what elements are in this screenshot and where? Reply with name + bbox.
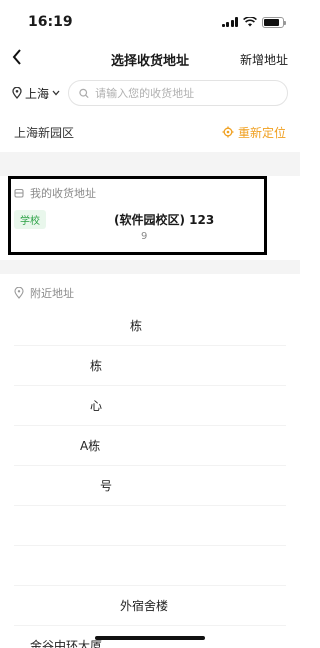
location-pin-icon xyxy=(12,87,22,99)
nearby-section: 附近地址 栋栋心 A栋号外宿舍楼 金谷中环大厦 xyxy=(0,274,300,648)
nearby-address-name: 栋 xyxy=(130,319,143,333)
locate-icon xyxy=(222,126,234,138)
nearby-address-item[interactable]: 栋 xyxy=(14,306,286,346)
my-addresses-section: 我的收货地址 学校 (软件园校区) 123 9 xyxy=(0,176,300,260)
nearby-title: 附近地址 xyxy=(30,287,74,300)
saved-address-row: 学校 (软件园校区) 123 xyxy=(14,210,286,229)
nearby-header: 附近地址 xyxy=(14,274,286,306)
search-input[interactable] xyxy=(95,86,277,100)
wifi-icon xyxy=(243,17,257,27)
status-icons xyxy=(221,16,286,28)
nearby-address-item[interactable]: A栋 xyxy=(14,426,286,466)
city-label: 上海 xyxy=(25,86,50,101)
address-book-icon xyxy=(14,188,24,198)
location-pin-icon xyxy=(14,287,24,299)
nearby-address-item[interactable] xyxy=(14,506,286,546)
saved-address-text: (软件园校区) 123 xyxy=(114,213,215,227)
my-addresses-header: 我的收货地址 xyxy=(14,182,286,204)
search-icon xyxy=(79,88,89,98)
search-row: 上海 xyxy=(0,74,300,112)
address-tag: 学校 xyxy=(14,210,46,229)
nearby-address-item[interactable] xyxy=(14,546,286,586)
battery-icon xyxy=(262,16,286,28)
nearby-address-name: 心 xyxy=(90,399,103,413)
relocate-label: 重新定位 xyxy=(237,125,286,140)
nearby-address-name: 栋 xyxy=(90,359,103,373)
nearby-address-name: A栋 xyxy=(80,439,101,453)
battery-fill xyxy=(264,18,280,26)
relocate-button[interactable]: 重新定位 xyxy=(222,124,286,141)
signal-icon xyxy=(221,17,238,27)
nearby-address-item[interactable]: 外宿舍楼 xyxy=(14,586,286,626)
section-divider xyxy=(0,260,300,274)
back-button[interactable] xyxy=(12,48,36,70)
nearby-address-item[interactable]: 心 xyxy=(14,386,286,426)
home-indicator[interactable] xyxy=(95,636,205,640)
add-address-button[interactable]: 新增地址 xyxy=(240,51,288,68)
section-divider xyxy=(0,152,300,176)
saved-address-item[interactable]: 学校 (软件园校区) 123 9 xyxy=(14,210,286,242)
nearby-address-name: 号 xyxy=(100,479,113,493)
nearby-address-item[interactable]: 号 xyxy=(14,466,286,506)
nav-bar: 选择收货地址 新增地址 xyxy=(0,44,300,74)
saved-address-sub: 9 xyxy=(141,231,148,242)
nearby-address-name: 外宿舍楼 xyxy=(120,599,169,613)
search-box[interactable] xyxy=(68,80,288,106)
current-address: 上海新园区 xyxy=(14,125,75,140)
my-addresses-title: 我的收货地址 xyxy=(30,187,96,200)
nearby-list: 栋栋心 A栋号外宿舍楼 金谷中环大厦 xyxy=(14,306,286,648)
status-time: 16:19 xyxy=(28,14,73,30)
nearby-address-item[interactable]: 栋 xyxy=(14,346,286,386)
nearby-address-name: 金谷中环大厦 xyxy=(30,639,103,648)
status-bar: 16:19 xyxy=(0,0,300,44)
current-location-row: 上海新园区 重新定位 xyxy=(0,112,300,152)
city-selector[interactable]: 上海 xyxy=(12,85,60,102)
chevron-down-icon xyxy=(52,90,60,96)
chevron-left-icon xyxy=(12,48,21,65)
